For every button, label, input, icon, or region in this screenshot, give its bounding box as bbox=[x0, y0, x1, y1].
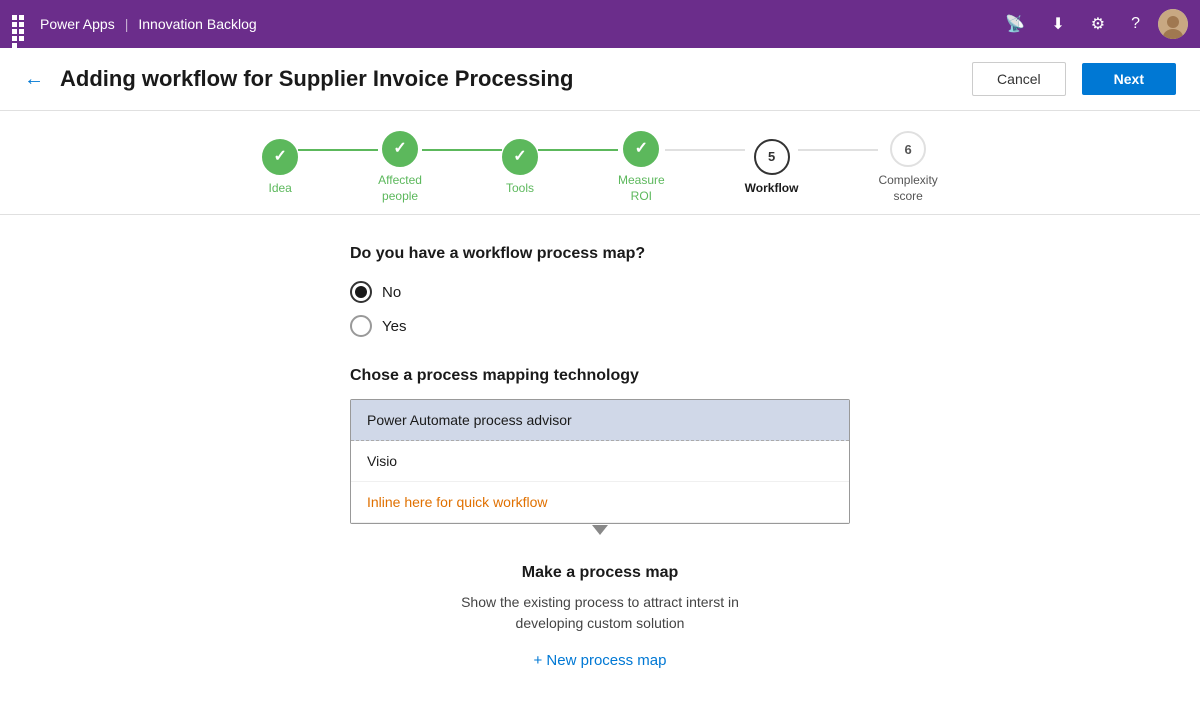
process-map-title: Make a process map bbox=[522, 564, 679, 582]
download-icon[interactable]: ⬇ bbox=[1043, 14, 1072, 34]
connector-5 bbox=[798, 149, 878, 151]
page-title: Adding workflow for Supplier Invoice Pro… bbox=[60, 66, 956, 92]
radio-no[interactable]: No bbox=[350, 281, 850, 303]
help-icon[interactable]: ? bbox=[1123, 15, 1148, 33]
step-circle-complexity: 6 bbox=[890, 131, 926, 167]
topbar-separator: | bbox=[125, 16, 129, 32]
process-map-description: Show the existing process to attract int… bbox=[461, 592, 739, 634]
step-idea: ✓ Idea bbox=[262, 139, 298, 197]
stepper: ✓ Idea ✓ Affectedpeople ✓ Tools ✓ Measur… bbox=[0, 111, 1200, 215]
page-header: ← Adding workflow for Supplier Invoice P… bbox=[0, 48, 1200, 111]
cancel-button[interactable]: Cancel bbox=[972, 62, 1066, 96]
process-map-section: Make a process map Show the existing pro… bbox=[350, 564, 850, 669]
step-circle-workflow: 5 bbox=[754, 139, 790, 175]
topbar-app-name: Innovation Backlog bbox=[138, 16, 256, 32]
step-complexity: 6 Complexityscore bbox=[878, 131, 937, 204]
step-label-workflow: Workflow bbox=[745, 181, 799, 197]
topbar-app-title: Power Apps bbox=[40, 16, 115, 32]
step-circle-idea: ✓ bbox=[262, 139, 298, 175]
dropdown-option-visio[interactable]: Visio bbox=[351, 441, 849, 482]
step-tools: ✓ Tools bbox=[502, 139, 538, 197]
step-label-idea: Idea bbox=[268, 181, 291, 197]
grid-icon[interactable] bbox=[12, 15, 30, 33]
dropdown-selected-option[interactable]: Power Automate process advisor bbox=[351, 400, 849, 441]
step-circle-tools: ✓ bbox=[502, 139, 538, 175]
step-circle-roi: ✓ bbox=[623, 131, 659, 167]
next-button[interactable]: Next bbox=[1082, 63, 1176, 95]
step-workflow: 5 Workflow bbox=[745, 139, 799, 197]
radio-label-yes: Yes bbox=[382, 318, 406, 335]
radio-yes[interactable]: Yes bbox=[350, 315, 850, 337]
dropdown-option-inline[interactable]: Inline here for quick workflow bbox=[351, 482, 849, 523]
workflow-options: No Yes bbox=[350, 281, 850, 337]
step-label-complexity: Complexityscore bbox=[878, 173, 937, 204]
step-label-roi: MeasureROI bbox=[618, 173, 665, 204]
connector-1 bbox=[298, 149, 378, 151]
radio-outer-no bbox=[350, 281, 372, 303]
back-button[interactable]: ← bbox=[24, 68, 44, 91]
radio-label-no: No bbox=[382, 284, 401, 301]
step-circle-affected: ✓ bbox=[382, 131, 418, 167]
step-measure-roi: ✓ MeasureROI bbox=[618, 131, 665, 204]
workflow-question-title: Do you have a workflow process map? bbox=[350, 245, 850, 263]
radio-outer-yes bbox=[350, 315, 372, 337]
broadcast-icon[interactable]: 📡 bbox=[997, 14, 1033, 34]
settings-icon[interactable]: ⚙ bbox=[1083, 14, 1113, 34]
radio-inner-no bbox=[355, 286, 367, 298]
connector-4 bbox=[665, 149, 745, 151]
dropdown-arrow-icon bbox=[592, 525, 608, 535]
connector-2 bbox=[422, 149, 502, 151]
step-label-affected: Affectedpeople bbox=[378, 173, 422, 204]
user-avatar[interactable] bbox=[1158, 9, 1188, 39]
new-process-map-button[interactable]: + New process map bbox=[534, 652, 667, 669]
step-label-tools: Tools bbox=[506, 181, 534, 197]
process-mapping-dropdown[interactable]: Power Automate process advisor Visio Inl… bbox=[350, 399, 850, 524]
main-content: Do you have a workflow process map? No Y… bbox=[0, 215, 1200, 699]
topbar: Power Apps | Innovation Backlog 📡 ⬇ ⚙ ? bbox=[0, 0, 1200, 48]
connector-3 bbox=[538, 149, 618, 151]
process-mapping-title: Chose a process mapping technology bbox=[350, 367, 850, 385]
step-affected-people: ✓ Affectedpeople bbox=[378, 131, 422, 204]
